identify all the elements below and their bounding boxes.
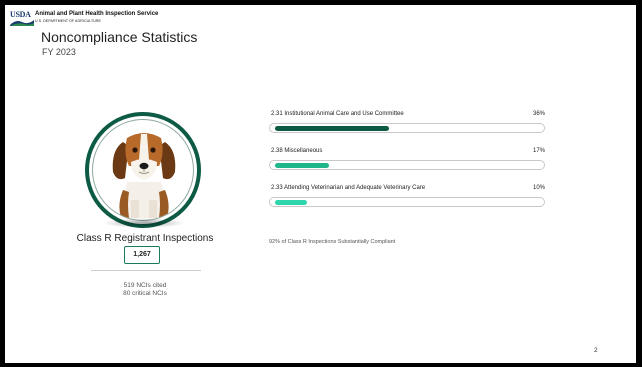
registrant-inspections-label: Class R Registrant Inspections	[76, 233, 214, 244]
department-name: U.S. DEPARTMENT OF AGRICULTURE	[35, 19, 101, 23]
divider	[91, 270, 201, 271]
stat-percent: 36%	[532, 111, 545, 117]
page-subtitle: FY 2023	[42, 47, 76, 57]
usda-logo: USDA	[10, 10, 34, 26]
dog-shadow	[103, 218, 185, 228]
stat-label: 2.31 Institutional Animal Care and Use C…	[271, 111, 404, 117]
progress-track	[269, 197, 545, 207]
stat-percent: 17%	[532, 148, 545, 154]
usda-hills-icon	[10, 20, 34, 26]
progress-track	[269, 123, 545, 133]
page-title: Noncompliance Statistics	[41, 29, 198, 45]
agency-name: Animal and Plant Health Inspection Servi…	[35, 11, 159, 17]
usda-logo-text: USDA	[10, 10, 31, 19]
stat-percent: 10%	[532, 185, 545, 191]
stat-label: 2.33 Attending Veterinarian and Adequate…	[271, 185, 426, 191]
progress-fill	[275, 163, 329, 168]
inspection-count-badge: 1,267	[124, 246, 160, 264]
progress-track	[269, 160, 545, 170]
dog-image	[92, 119, 194, 221]
progress-fill	[275, 126, 389, 131]
compliance-note: 92% of Class R Inspections Substantially…	[269, 239, 396, 245]
ncis-cited-text: 519 NCIs cited	[123, 282, 167, 289]
beagle-dog-icon	[112, 133, 176, 218]
dog-image-frame	[85, 112, 201, 228]
progress-fill	[275, 200, 307, 205]
page-number: 2	[594, 347, 598, 354]
stat-label: 2.38 Miscellaneous	[271, 148, 323, 154]
slide: USDA Animal and Plant Health Inspection …	[5, 5, 636, 363]
critical-ncis-text: 80 critical NCIs	[123, 290, 167, 297]
